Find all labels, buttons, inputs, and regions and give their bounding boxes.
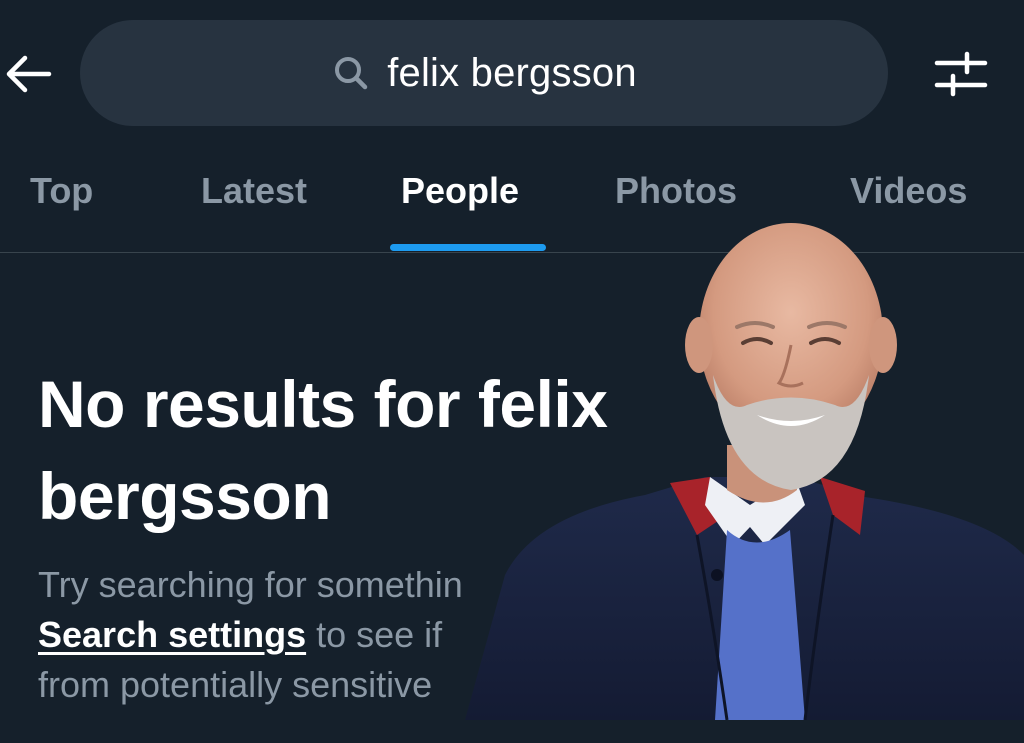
- person-sweater: [715, 530, 805, 720]
- sliders-icon: [934, 51, 988, 97]
- tab-photos[interactable]: Photos: [615, 170, 737, 212]
- search-filter-button[interactable]: [930, 48, 992, 100]
- empty-state-body-line1: Try searching for somethin: [38, 564, 463, 605]
- empty-state-body-line3: from potentially sensitive: [38, 664, 433, 705]
- search-settings-link[interactable]: Search settings: [38, 614, 306, 655]
- tab-latest[interactable]: Latest: [201, 170, 307, 212]
- empty-state-title-line2: bergsson: [38, 459, 332, 533]
- tab-people[interactable]: People: [401, 170, 519, 212]
- search-icon: [335, 57, 368, 90]
- search-query[interactable]: felix bergsson: [387, 51, 637, 96]
- search-results-screen: felix bergsson Top Latest People Photos …: [0, 0, 1024, 743]
- back-button[interactable]: [0, 48, 56, 100]
- empty-state-body-line2: to see if: [306, 614, 443, 655]
- arrow-left-icon: [6, 55, 52, 93]
- person-photo-overlay: [465, 223, 1024, 720]
- search-bar[interactable]: felix bergsson: [80, 20, 888, 126]
- tab-videos[interactable]: Videos: [850, 170, 967, 212]
- tab-top[interactable]: Top: [30, 170, 93, 212]
